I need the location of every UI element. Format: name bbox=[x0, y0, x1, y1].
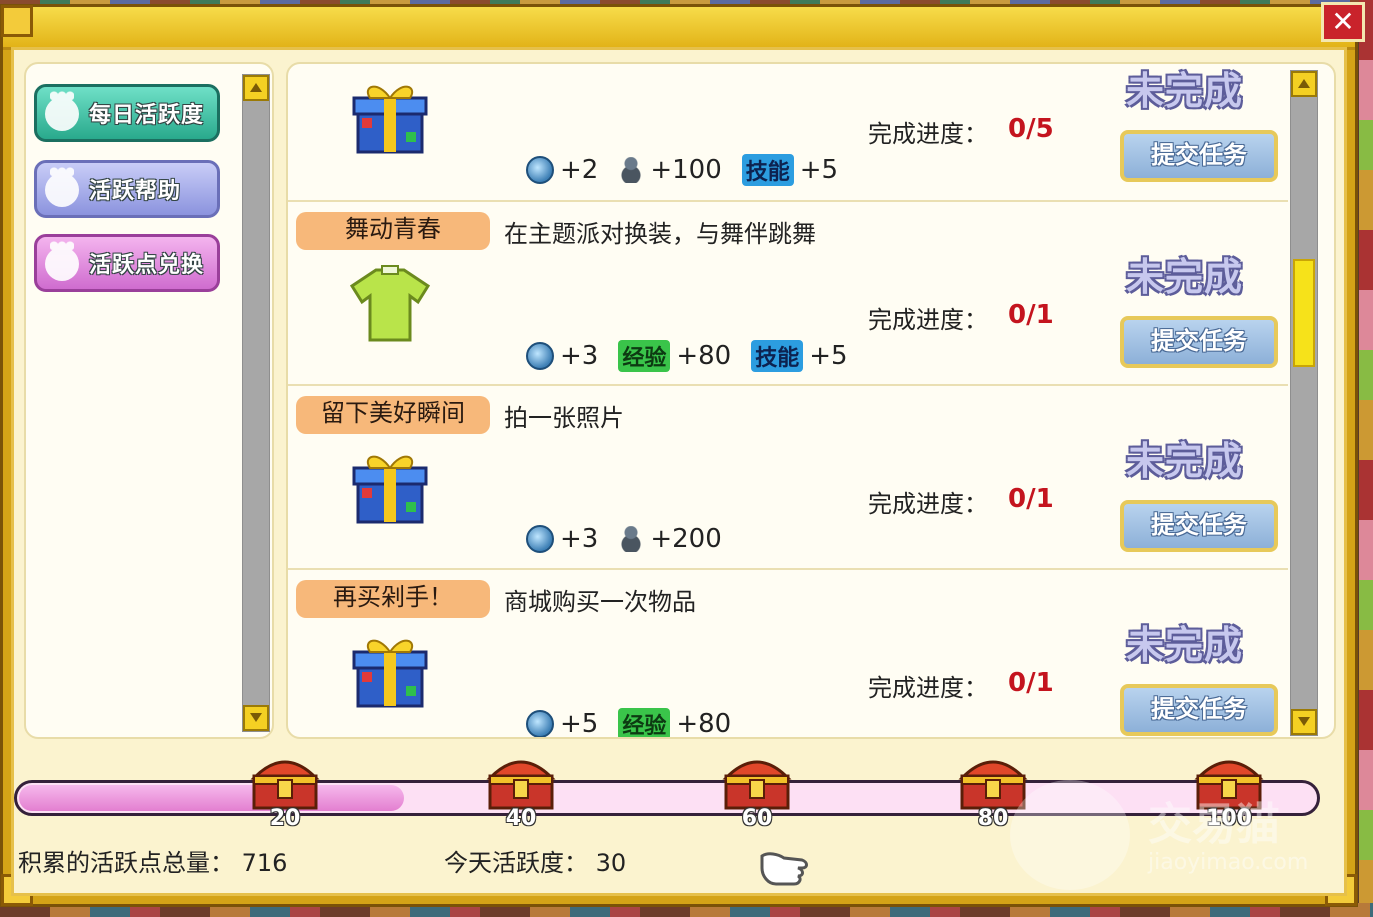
reward-amount: +5 bbox=[809, 341, 848, 371]
progress-label: 完成进度： bbox=[868, 306, 988, 334]
reward-amount: +80 bbox=[676, 341, 732, 371]
reward-chest-icon[interactable] bbox=[248, 752, 322, 812]
money-bag-icon bbox=[618, 157, 645, 183]
skill-badge: 技能 bbox=[741, 154, 794, 186]
task-row: 未完成 完成进度： 0/5 提交任务 +2 +100 技能 +5 bbox=[288, 64, 1288, 200]
task-status: 未完成 bbox=[1126, 439, 1244, 483]
submit-task-button[interactable]: 提交任务 bbox=[1120, 130, 1278, 182]
paw-icon bbox=[45, 241, 79, 281]
watermark-title: 交易猫 bbox=[1148, 799, 1280, 850]
reward-list: +3 +200 bbox=[526, 524, 736, 554]
reward-amount: +3 bbox=[560, 341, 599, 371]
reward-amount: +5 bbox=[799, 155, 839, 185]
total-points-value: 716 bbox=[241, 849, 288, 877]
menu-label: 每日活跃度 bbox=[89, 103, 205, 128]
milestone-label: 20 bbox=[269, 806, 301, 831]
task-status: 未完成 bbox=[1126, 69, 1244, 113]
milestone-label: 60 bbox=[741, 806, 773, 831]
task-description: 拍一张照片 bbox=[504, 404, 624, 432]
total-points-text: 积累的活跃点总量： 716 bbox=[18, 843, 287, 878]
progress-label: 完成进度： bbox=[868, 490, 988, 518]
task-status: 未完成 bbox=[1126, 623, 1244, 667]
menu-scrollbar[interactable] bbox=[242, 74, 270, 732]
task-tag: 舞动青春 bbox=[296, 212, 490, 250]
exp-badge: 经验 bbox=[618, 340, 671, 372]
skill-badge: 技能 bbox=[751, 340, 804, 372]
watermark-subtitle: jiaoyimao.com bbox=[1148, 850, 1309, 875]
progress-label: 完成进度： bbox=[868, 120, 988, 148]
reward-amount: +2 bbox=[560, 155, 599, 185]
today-activity-value: 30 bbox=[595, 849, 627, 877]
coin-icon bbox=[526, 710, 554, 737]
coin-icon bbox=[526, 342, 554, 370]
progress-value: 0/1 bbox=[1008, 300, 1054, 330]
task-description: 商城购买一次物品 bbox=[504, 588, 696, 616]
paw-icon bbox=[45, 167, 79, 207]
submit-task-button[interactable]: 提交任务 bbox=[1120, 500, 1278, 552]
reward-list: +3 经验 +80 技能 +5 bbox=[526, 340, 862, 372]
money-bag-icon bbox=[618, 526, 645, 552]
progress-label: 完成进度： bbox=[868, 674, 988, 702]
scroll-up-arrow-icon[interactable] bbox=[243, 75, 269, 101]
progress-value: 0/1 bbox=[1008, 668, 1054, 698]
progress-value: 0/5 bbox=[1008, 114, 1054, 144]
today-activity-text: 今天活跃度： 30 bbox=[444, 843, 626, 878]
milestone-label: 40 bbox=[505, 806, 537, 831]
watermark-logo-icon bbox=[1010, 780, 1130, 890]
reward-chest-icon[interactable] bbox=[484, 752, 558, 812]
close-button[interactable]: ✕ bbox=[1321, 2, 1365, 42]
exp-badge: 经验 bbox=[618, 708, 671, 737]
reward-list: +5 经验 +80 bbox=[526, 708, 745, 739]
game-background-right bbox=[1359, 0, 1373, 917]
task-tag: 留下美好瞬间 bbox=[296, 396, 490, 434]
menu-panel: 每日活跃度 活跃帮助 活跃点兑换 bbox=[24, 62, 274, 739]
scrollbar-thumb[interactable] bbox=[1293, 259, 1315, 367]
task-tag: 再买剁手！ bbox=[296, 580, 490, 618]
menu-label: 活跃帮助 bbox=[89, 179, 182, 204]
menu-daily-activity-button[interactable]: 每日活跃度 bbox=[34, 84, 220, 142]
task-list: 未完成 完成进度： 0/5 提交任务 +2 +100 技能 +5 舞动青春 在主… bbox=[286, 62, 1336, 739]
reward-amount: +5 bbox=[560, 709, 599, 739]
scroll-down-arrow-icon[interactable] bbox=[1291, 709, 1317, 735]
today-activity-label: 今天活跃度： bbox=[444, 849, 588, 877]
close-icon: ✕ bbox=[1331, 5, 1355, 38]
reward-amount: +3 bbox=[560, 524, 599, 554]
reward-amount: +200 bbox=[650, 524, 722, 554]
gift-box-icon bbox=[352, 639, 428, 708]
scroll-up-arrow-icon[interactable] bbox=[1291, 71, 1317, 97]
progress-value: 0/1 bbox=[1008, 484, 1054, 514]
green-shirt-icon bbox=[349, 265, 431, 342]
menu-label: 活跃点兑换 bbox=[89, 253, 205, 278]
submit-task-button[interactable]: 提交任务 bbox=[1120, 316, 1278, 368]
reward-chest-icon[interactable] bbox=[956, 752, 1030, 812]
task-row: 留下美好瞬间 拍一张照片 未完成 完成进度： 0/1 提交任务 +3 +200 bbox=[288, 384, 1288, 570]
frame-corner-ornament bbox=[1, 5, 33, 37]
task-status: 未完成 bbox=[1126, 255, 1244, 299]
reward-list: +2 +100 技能 +5 bbox=[526, 154, 852, 186]
task-description: 在主题派对换装，与舞伴跳舞 bbox=[504, 220, 816, 248]
coin-icon bbox=[526, 525, 554, 553]
reward-chest-icon[interactable] bbox=[720, 752, 794, 812]
reward-amount: +100 bbox=[650, 155, 722, 185]
task-list-scrollbar[interactable] bbox=[1290, 70, 1318, 736]
menu-activity-help-button[interactable]: 活跃帮助 bbox=[34, 160, 220, 218]
task-row: 舞动青春 在主题派对换装，与舞伴跳舞 未完成 完成进度： 0/1 提交任务 +3… bbox=[288, 200, 1288, 386]
gift-box-icon bbox=[352, 85, 428, 154]
menu-points-exchange-button[interactable]: 活跃点兑换 bbox=[34, 234, 220, 292]
paw-icon bbox=[45, 91, 79, 131]
task-row: 再买剁手！ 商城购买一次物品 未完成 完成进度： 0/1 提交任务 +5 经验 … bbox=[288, 568, 1288, 739]
total-points-label: 积累的活跃点总量： bbox=[18, 849, 234, 877]
coin-icon bbox=[526, 156, 554, 184]
activity-progress-fill bbox=[19, 785, 404, 811]
reward-amount: +80 bbox=[676, 709, 732, 739]
dialog-title-bar bbox=[3, 7, 1355, 50]
scroll-down-arrow-icon[interactable] bbox=[243, 705, 269, 731]
gift-box-icon bbox=[352, 455, 428, 524]
submit-task-button[interactable]: 提交任务 bbox=[1120, 684, 1278, 736]
pointing-hand-icon bbox=[760, 852, 808, 886]
